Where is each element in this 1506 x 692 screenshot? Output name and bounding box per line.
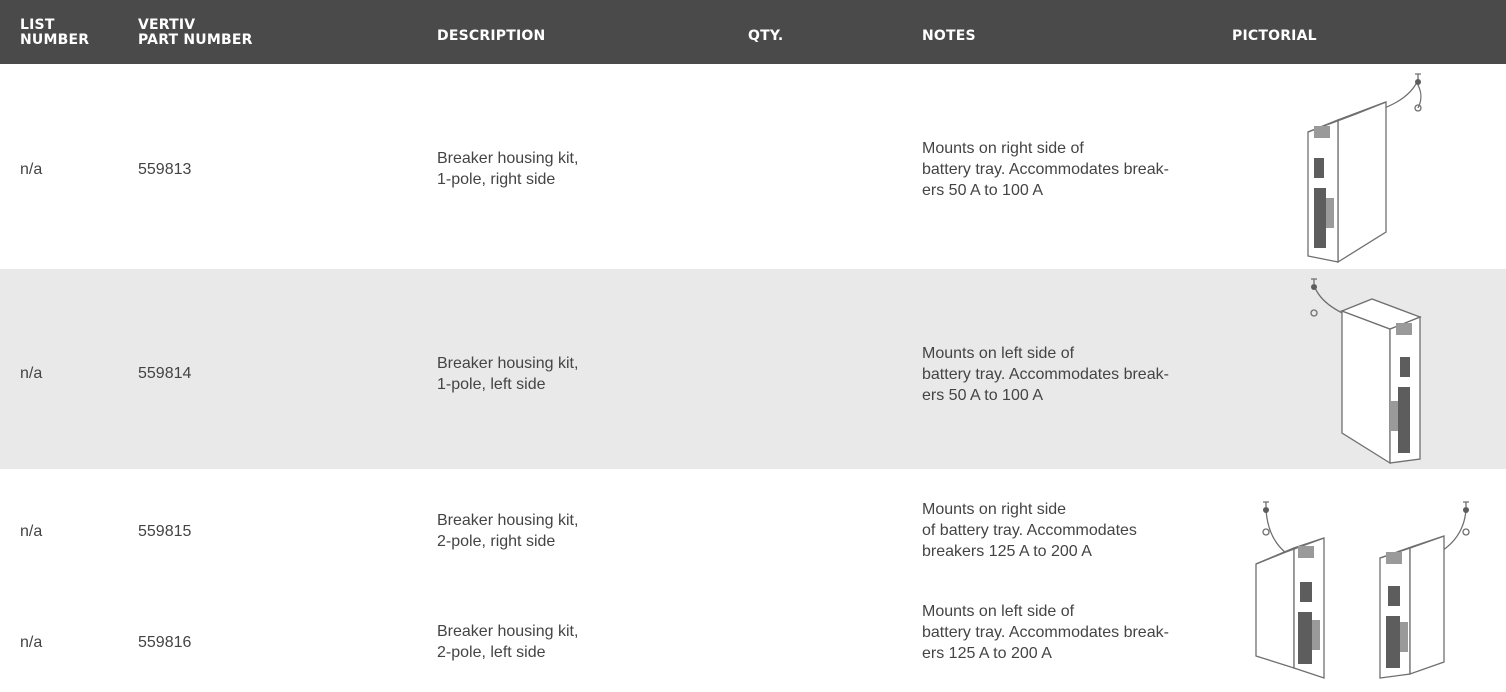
description-line: Breaker housing kit, <box>437 512 579 529</box>
part-number-cell: 559814 <box>138 365 192 382</box>
description-cell: Breaker housing kit, 1-pole, left side <box>437 353 578 395</box>
notes-line: Mounts on right side of <box>922 140 1084 157</box>
description-line: Breaker housing kit, <box>437 355 579 372</box>
header-list-number-line1: LIST <box>20 17 55 33</box>
header-part-number-line2: PART NUMBER <box>138 32 253 48</box>
notes-cell: Mounts on left side of battery tray. Acc… <box>922 343 1169 406</box>
description-line: Breaker housing kit, <box>437 150 579 167</box>
part-number-cell: 559816 <box>138 634 192 651</box>
description-line: 1-pole, right side <box>437 171 556 188</box>
header-part-number-line1: VERTIV <box>138 17 196 33</box>
notes-line: Mounts on left side of <box>922 345 1075 362</box>
table-row: n/a 559814 Breaker housing kit, 1-pole, … <box>0 269 1506 469</box>
notes-line: breakers 125 A to 200 A <box>922 543 1092 560</box>
notes-line: battery tray. Accommodates break- <box>922 161 1169 178</box>
notes-line: ers 50 A to 100 A <box>922 387 1043 404</box>
breaker-housing-1-pole-left-drawing <box>1310 278 1422 465</box>
list-number-cell: n/a <box>20 634 43 651</box>
header-notes: NOTES <box>922 28 976 44</box>
description-line: 2-pole, left side <box>437 644 546 661</box>
notes-line: ers 125 A to 200 A <box>922 645 1052 662</box>
notes-line: of battery tray. Accommodates <box>922 522 1137 539</box>
list-number-cell: n/a <box>20 365 43 382</box>
notes-line: Mounts on right side <box>922 501 1067 518</box>
breaker-housing-1-pole-right-drawing <box>1307 73 1422 264</box>
header-part-number: VERTIV PART NUMBER <box>138 18 253 48</box>
part-number-cell: 559813 <box>138 161 192 178</box>
header-pictorial: PICTORIAL <box>1232 28 1317 44</box>
description-cell: Breaker housing kit, 1-pole, right side <box>437 148 578 190</box>
notes-line: battery tray. Accommodates break- <box>922 366 1169 383</box>
header-qty: QTY. <box>748 28 784 44</box>
description-cell: Breaker housing kit, 2-pole, right side <box>437 510 578 552</box>
description-line: Breaker housing kit, <box>437 623 579 640</box>
notes-line: ers 50 A to 100 A <box>922 182 1043 199</box>
notes-cell: Mounts on right side of battery tray. Ac… <box>922 499 1137 562</box>
notes-line: Mounts on left side of <box>922 603 1075 620</box>
part-number-cell: 559815 <box>138 523 192 540</box>
table-header: LIST NUMBER VERTIV PART NUMBER DESCRIPTI… <box>0 0 1506 64</box>
header-list-number: LIST NUMBER <box>20 18 89 48</box>
breaker-housing-2-pole-drawing <box>1255 501 1470 679</box>
description-line: 2-pole, right side <box>437 533 556 550</box>
header-list-number-line2: NUMBER <box>20 32 90 48</box>
notes-cell: Mounts on right side of battery tray. Ac… <box>922 138 1169 201</box>
notes-line: battery tray. Accommodates break- <box>922 624 1169 641</box>
description-cell: Breaker housing kit, 2-pole, left side <box>437 621 578 663</box>
notes-cell: Mounts on left side of battery tray. Acc… <box>922 601 1169 664</box>
table-row: n/a 559813 Breaker housing kit, 1-pole, … <box>0 64 1506 269</box>
list-number-cell: n/a <box>20 161 43 178</box>
description-line: 1-pole, left side <box>437 376 546 393</box>
header-description: DESCRIPTION <box>437 28 546 44</box>
list-number-cell: n/a <box>20 523 43 540</box>
